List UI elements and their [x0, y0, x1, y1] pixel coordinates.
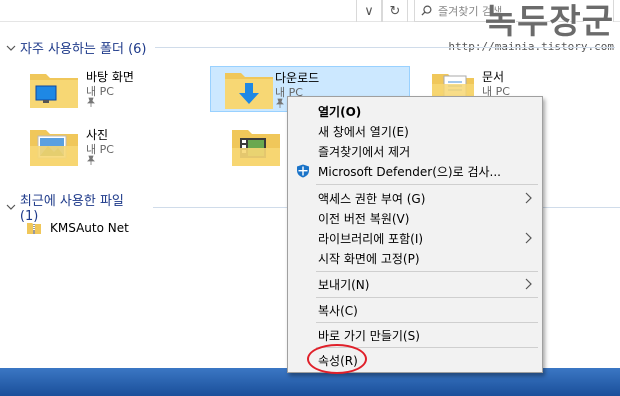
menu-item-give-access[interactable]: 액세스 권한 부여 (G)	[288, 187, 542, 209]
videos-folder-icon	[232, 130, 280, 166]
downloads-folder-icon	[225, 73, 273, 109]
chevron-right-icon	[525, 192, 532, 204]
menu-item-label: 열기(O)	[318, 104, 362, 119]
menu-item-label: 시작 화면에 고정(P)	[318, 251, 420, 266]
menu-item-label: Microsoft Defender(으)로 검사...	[318, 164, 501, 179]
menu-item-create-shortcut[interactable]: 바로 가기 만들기(S)	[288, 324, 542, 346]
recent-file-item[interactable]: KMSAuto Net	[26, 220, 129, 236]
chevron-right-icon	[525, 278, 532, 290]
section-frequent-folders[interactable]: 자주 사용하는 폴더 (6)	[6, 38, 615, 57]
folder-tile-desktop[interactable]: 바탕 화면 내 PC	[28, 66, 228, 112]
menu-item-open-new-window[interactable]: 새 창에서 열기(E)	[288, 120, 542, 142]
menu-item-label: 바로 가기 만들기(S)	[318, 328, 420, 343]
menu-item-restore-previous[interactable]: 이전 버전 복원(V)	[288, 207, 542, 229]
chevron-down-icon	[6, 45, 16, 51]
section-title: 자주 사용하는 폴더 (6)	[20, 42, 147, 57]
address-dropdown-button[interactable]: ∨	[356, 0, 382, 22]
search-icon	[421, 5, 432, 16]
menu-item-pin-start[interactable]: 시작 화면에 고정(P)	[288, 247, 542, 269]
zip-folder-icon	[27, 223, 41, 234]
menu-item-defender-scan[interactable]: Microsoft Defender(으)로 검사...	[288, 160, 542, 182]
section-title: 최근에 사용한 파일 (1)	[19, 194, 124, 224]
pictures-folder-icon	[30, 130, 78, 166]
desktop-folder-icon	[30, 74, 78, 108]
menu-separator	[316, 184, 538, 185]
menu-item-label: 보내기(N)	[318, 277, 370, 292]
folder-tile-pictures[interactable]: 사진 내 PC	[28, 124, 228, 170]
section-divider	[154, 47, 615, 48]
defender-shield-icon	[297, 164, 309, 178]
menu-item-label: 이전 버전 복원(V)	[318, 211, 410, 226]
menu-item-label: 복사(C)	[318, 303, 358, 318]
highlight-annotation	[307, 344, 367, 374]
menu-separator	[316, 271, 538, 272]
menu-item-label: 즐겨찾기에서 제거	[318, 144, 411, 159]
menu-item-label: 새 창에서 열기(E)	[318, 124, 409, 139]
folder-tile-videos[interactable]: 동	[230, 124, 299, 170]
pin-icon	[87, 155, 95, 165]
watermark-title: 녹두장군	[484, 2, 614, 42]
menu-item-remove-favorite[interactable]: 즐겨찾기에서 제거	[288, 140, 542, 162]
pin-icon	[276, 98, 284, 108]
refresh-button[interactable]: ↻	[382, 0, 408, 22]
recent-file-name: KMSAuto Net	[50, 221, 129, 235]
menu-item-send-to[interactable]: 보내기(N)	[288, 273, 542, 295]
menu-item-label: 액세스 권한 부여 (G)	[318, 191, 426, 206]
menu-item-copy[interactable]: 복사(C)	[288, 299, 542, 321]
menu-separator	[316, 297, 538, 298]
menu-item-label: 라이브러리에 포함(I)	[318, 231, 424, 246]
menu-separator	[316, 322, 538, 323]
chevron-down-icon	[6, 204, 16, 210]
menu-item-include-library[interactable]: 라이브러리에 포함(I)	[288, 227, 542, 249]
context-menu: 열기(O) 새 창에서 열기(E) 즐겨찾기에서 제거 Microsoft De…	[287, 96, 543, 373]
pin-icon	[87, 97, 95, 107]
chevron-right-icon	[525, 232, 532, 244]
menu-item-open[interactable]: 열기(O)	[288, 100, 542, 122]
